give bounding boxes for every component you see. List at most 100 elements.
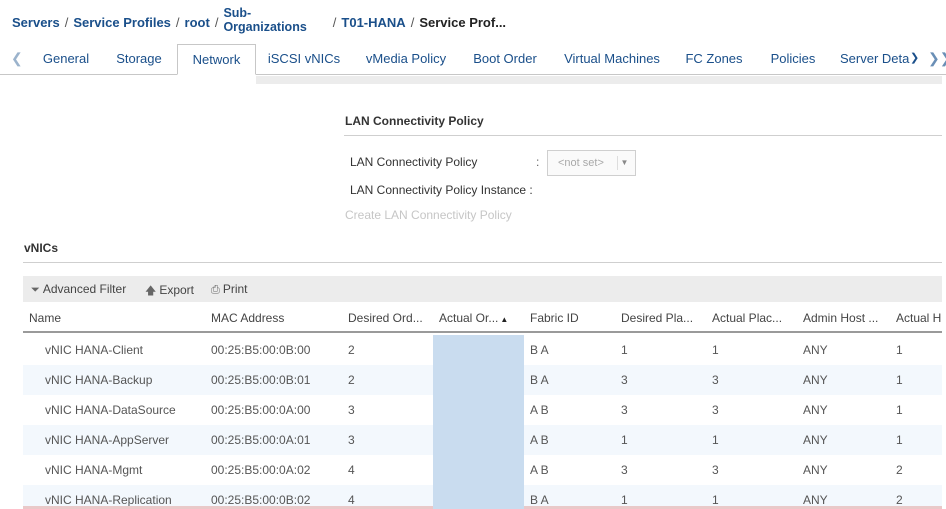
breadcrumb-servers[interactable]: Servers [12, 15, 60, 30]
vnics-section-title: vNICs [24, 241, 59, 255]
breadcrumb-current: Service Prof... [419, 14, 507, 30]
table-cell: 1 [712, 343, 719, 357]
table-cell: 4 [348, 493, 355, 507]
tab-policies[interactable]: Policies [762, 44, 824, 75]
table-cell: ANY [803, 403, 828, 417]
column-header-label: Actual Or... [439, 311, 499, 325]
advanced-filter-button[interactable]: ⏷ Advanced Filter [31, 282, 126, 297]
breadcrumb-separator: / [410, 14, 415, 30]
column-header-label: Fabric ID [530, 311, 579, 325]
table-cell: 1 [896, 343, 903, 357]
table-cell: ANY [803, 373, 828, 387]
table-cell: 1 [896, 403, 903, 417]
table-cell: vNIC HANA-AppServer [45, 433, 170, 447]
tab-vmedia-policy[interactable]: vMedia Policy [356, 44, 456, 75]
column-header-2[interactable]: Desired Ord... [348, 311, 423, 325]
table-cell: 2 [896, 493, 903, 507]
tab-scroll-right-icon[interactable]: ❯❯ [928, 50, 946, 67]
lan-policy-instance-label: LAN Connectivity Policy Instance : [350, 183, 533, 197]
export-button[interactable]: 🡅 Export [145, 282, 194, 301]
tab-iscsi-vnics[interactable]: iSCSI vNICs [260, 44, 348, 75]
network-header-bar [256, 76, 942, 84]
export-icon: 🡅 [145, 285, 157, 297]
tab-fc-zones[interactable]: FC Zones [678, 44, 750, 75]
table-cell: vNIC HANA-Mgmt [45, 463, 143, 477]
column-header-label: Actual Plac... [712, 311, 783, 325]
print-label: Print [222, 282, 248, 296]
vnics-toolbar: ⏷ Advanced Filter 🡅 Export ⎙ Print [23, 276, 942, 302]
table-cell: B A [530, 343, 549, 357]
breadcrumb-separator: / [332, 14, 337, 30]
column-header-4[interactable]: Fabric ID [530, 311, 579, 325]
table-cell: A B [530, 403, 549, 417]
table-cell: 2 [348, 343, 355, 357]
table-cell: 3 [621, 403, 628, 417]
table-cell: ANY [803, 493, 828, 507]
column-header-5[interactable]: Desired Pla... [621, 311, 693, 325]
breadcrumb-root[interactable]: root [185, 15, 210, 30]
column-header-label: Admin Host ... [803, 311, 879, 325]
table-cell: A B [530, 433, 549, 447]
column-header-label: Name [29, 311, 62, 325]
lan-section-title: LAN Connectivity Policy [345, 114, 484, 128]
table-cell: 1 [621, 433, 628, 447]
tab-server-details[interactable]: Server Deta [840, 44, 910, 75]
table-cell: B A [530, 493, 549, 507]
table-cell: vNIC HANA-Backup [45, 373, 153, 387]
table-cell: 3 [621, 373, 628, 387]
breadcrumb: Servers / Service Profiles / root / Sub-… [12, 6, 506, 38]
tab-network[interactable]: Network [177, 44, 256, 75]
column-header-1[interactable]: MAC Address [211, 311, 284, 325]
tab-boot-order[interactable]: Boot Order [464, 44, 546, 75]
column-header-0[interactable]: Name [29, 311, 61, 325]
breadcrumb-service-profiles[interactable]: Service Profiles [73, 15, 171, 30]
table-cell: ANY [803, 463, 828, 477]
table-cell: 00:25:B5:00:0A:00 [211, 403, 311, 417]
column-header-label: Desired Pla... [621, 311, 694, 325]
filter-icon: ⏷ [31, 284, 40, 296]
table-cell: 3 [348, 403, 355, 417]
tab-virtual-machines[interactable]: Virtual Machines [556, 44, 668, 75]
lan-policy-label: LAN Connectivity Policy [350, 155, 478, 169]
lan-policy-select-value: <not set> [558, 157, 604, 169]
chevron-down-icon: ▼ [617, 156, 631, 170]
tab-storage[interactable]: Storage [104, 44, 174, 75]
table-cell: 00:25:B5:00:0B:00 [211, 343, 311, 357]
print-button[interactable]: ⎙ Print [211, 282, 248, 297]
table-cell: 3 [712, 403, 719, 417]
breadcrumb-sub-organizations[interactable]: Sub- Organizations [223, 6, 306, 34]
lan-policy-select[interactable]: <not set> ▼ [547, 150, 636, 176]
table-cell: 00:25:B5:00:0B:01 [211, 373, 311, 387]
tab-scroll-left-icon[interactable]: ❮ [11, 50, 23, 67]
table-cell: ANY [803, 343, 828, 357]
column-header-8[interactable]: Actual H [896, 311, 941, 325]
create-lan-policy-link[interactable]: Create LAN Connectivity Policy [345, 208, 512, 222]
table-cell: 2 [896, 463, 903, 477]
column-header-3[interactable]: Actual Or... ▲ [439, 311, 508, 325]
breadcrumb-separator: / [64, 14, 69, 30]
export-label: Export [159, 283, 194, 297]
table-cell: 4 [348, 463, 355, 477]
column-header-7[interactable]: Admin Host ... [803, 311, 878, 325]
column-header-6[interactable]: Actual Plac... [712, 311, 782, 325]
breadcrumb-sub-org-line2: Organizations [223, 20, 307, 34]
table-cell: 00:25:B5:00:0A:02 [211, 463, 311, 477]
table-cell: 1 [896, 433, 903, 447]
table-cell: vNIC HANA-Client [45, 343, 144, 357]
breadcrumb-sub-org-line1: Sub- [223, 6, 252, 20]
breadcrumb-separator: / [175, 14, 180, 30]
lan-policy-colon: : [536, 155, 540, 169]
lan-section-divider [344, 135, 942, 136]
table-cell: 1 [621, 343, 628, 357]
table-cell: 00:25:B5:00:0A:01 [211, 433, 311, 447]
column-header-label: Actual H [896, 311, 942, 325]
tab-general[interactable]: General [30, 44, 102, 75]
table-cell: vNIC HANA-Replication [45, 493, 172, 507]
table-cell: 1 [712, 433, 719, 447]
breadcrumb-separator: / [214, 14, 219, 30]
table-cell: vNIC HANA-DataSource [45, 403, 176, 417]
vnics-section-divider [23, 262, 942, 263]
breadcrumb-t01-hana[interactable]: T01-HANA [341, 15, 405, 30]
table-cell: 1 [712, 493, 719, 507]
table-cell: 1 [621, 493, 628, 507]
